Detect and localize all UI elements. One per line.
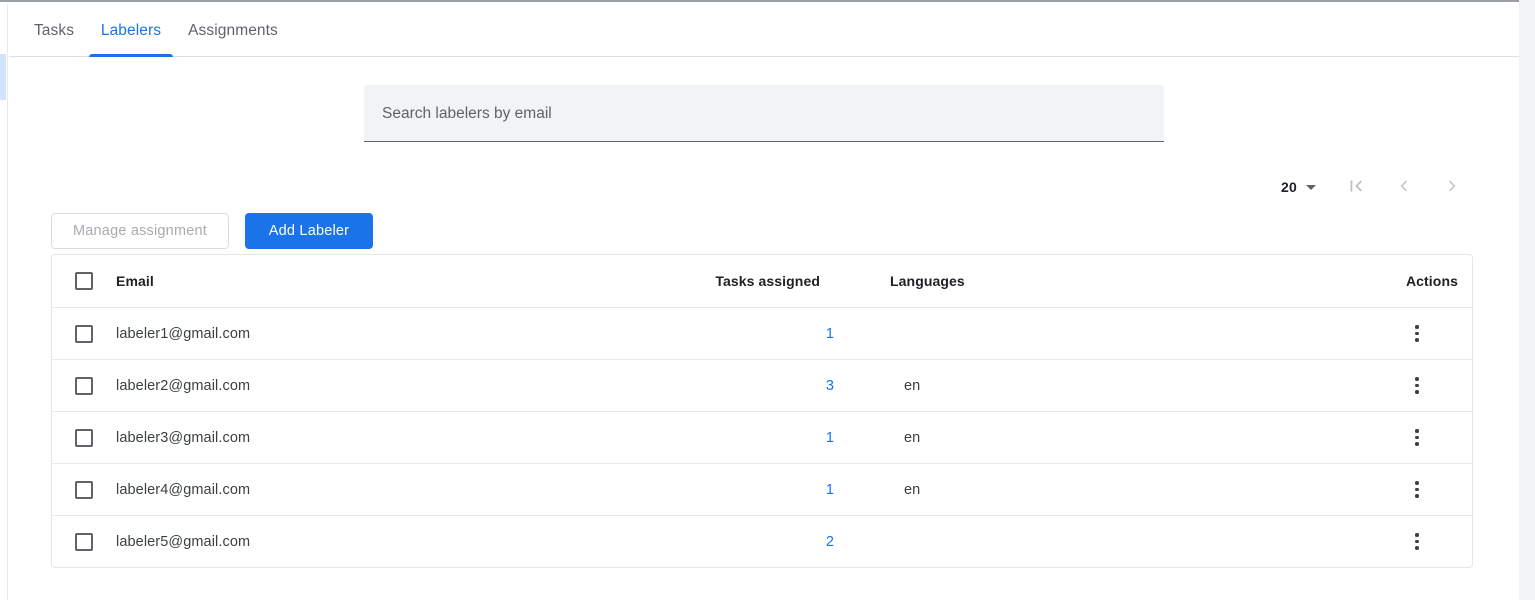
select-all-cell xyxy=(52,272,116,290)
cell-email: labeler3@gmail.com xyxy=(116,430,674,446)
cell-tasks-assigned: 3 xyxy=(674,377,842,395)
cell-tasks-assigned: 1 xyxy=(674,429,842,447)
cell-languages: en xyxy=(842,430,1022,446)
manage-assignment-button[interactable]: Manage assignment xyxy=(51,213,229,249)
tasks-assigned-link[interactable]: 1 xyxy=(826,482,834,498)
cell-actions xyxy=(1362,478,1472,502)
column-header-languages: Languages xyxy=(828,273,1008,289)
chevron-down-icon xyxy=(1306,185,1316,190)
row-checkbox[interactable] xyxy=(75,429,93,447)
cell-languages: en xyxy=(842,482,1022,498)
column-header-email: Email xyxy=(116,273,660,289)
cell-email: labeler4@gmail.com xyxy=(116,482,674,498)
table-header-row: Email Tasks assigned Languages Actions xyxy=(52,255,1472,307)
table-row[interactable]: labeler1@gmail.com 1 xyxy=(52,307,1472,359)
table-row[interactable]: labeler3@gmail.com 1 en xyxy=(52,411,1472,463)
row-select-cell xyxy=(52,481,116,499)
row-checkbox[interactable] xyxy=(75,481,93,499)
main-content: 20 xyxy=(9,57,1519,600)
table-row[interactable]: labeler5@gmail.com 2 xyxy=(52,515,1472,567)
page-size-selector[interactable]: 20 xyxy=(1279,175,1318,199)
tab-bar: Tasks Labelers Assignments xyxy=(9,4,1519,57)
cell-actions xyxy=(1362,322,1472,346)
more-vert-icon[interactable] xyxy=(1405,374,1429,398)
row-checkbox[interactable] xyxy=(75,533,93,551)
cell-actions xyxy=(1362,426,1472,450)
labelers-table: Email Tasks assigned Languages Actions l… xyxy=(51,254,1473,568)
cell-tasks-assigned: 1 xyxy=(674,325,842,343)
nav-active-indicator xyxy=(0,54,6,100)
column-header-actions: Actions xyxy=(1348,273,1472,289)
cell-languages: en xyxy=(842,378,1022,394)
tab-tasks-label: Tasks xyxy=(34,22,74,40)
search-field[interactable] xyxy=(364,85,1164,142)
cell-actions xyxy=(1362,374,1472,398)
table-toolbar: Manage assignment Add Labeler xyxy=(51,213,373,249)
chevron-right-icon xyxy=(1441,175,1463,200)
tasks-assigned-link[interactable]: 3 xyxy=(826,378,834,394)
select-all-checkbox[interactable] xyxy=(75,272,93,290)
chevron-left-icon xyxy=(1393,175,1415,200)
row-checkbox[interactable] xyxy=(75,325,93,343)
cell-actions xyxy=(1362,530,1472,554)
add-labeler-button[interactable]: Add Labeler xyxy=(245,213,373,249)
cell-tasks-assigned: 1 xyxy=(674,481,842,499)
column-header-tasks-assigned: Tasks assigned xyxy=(660,273,828,289)
page-size-value: 20 xyxy=(1281,179,1297,195)
tab-assignments-label: Assignments xyxy=(188,22,278,40)
paginator: 20 xyxy=(1279,167,1472,207)
tab-labelers[interactable]: Labelers xyxy=(89,4,173,57)
table-row[interactable]: labeler4@gmail.com 1 en xyxy=(52,463,1472,515)
previous-page-button[interactable] xyxy=(1384,167,1424,207)
cell-email: labeler5@gmail.com xyxy=(116,534,674,550)
more-vert-icon[interactable] xyxy=(1405,322,1429,346)
search-input[interactable] xyxy=(380,85,1152,143)
app-window: Tasks Labelers Assignments 20 xyxy=(0,0,1519,600)
tasks-assigned-link[interactable]: 1 xyxy=(826,430,834,446)
first-page-icon xyxy=(1345,175,1367,200)
more-vert-icon[interactable] xyxy=(1405,530,1429,554)
more-vert-icon[interactable] xyxy=(1405,478,1429,502)
tasks-assigned-link[interactable]: 2 xyxy=(826,534,834,550)
more-vert-icon[interactable] xyxy=(1405,426,1429,450)
left-nav-rail xyxy=(0,4,8,600)
cell-email: labeler2@gmail.com xyxy=(116,378,674,394)
cell-email: labeler1@gmail.com xyxy=(116,326,674,342)
row-checkbox[interactable] xyxy=(75,377,93,395)
tab-tasks[interactable]: Tasks xyxy=(17,4,91,57)
row-select-cell xyxy=(52,533,116,551)
tasks-assigned-link[interactable]: 1 xyxy=(826,326,834,342)
tab-labelers-label: Labelers xyxy=(101,22,161,40)
tab-assignments[interactable]: Assignments xyxy=(171,4,295,57)
row-select-cell xyxy=(52,377,116,395)
next-page-button[interactable] xyxy=(1432,167,1472,207)
table-row[interactable]: labeler2@gmail.com 3 en xyxy=(52,359,1472,411)
first-page-button[interactable] xyxy=(1336,167,1376,207)
row-select-cell xyxy=(52,429,116,447)
row-select-cell xyxy=(52,325,116,343)
cell-tasks-assigned: 2 xyxy=(674,533,842,551)
